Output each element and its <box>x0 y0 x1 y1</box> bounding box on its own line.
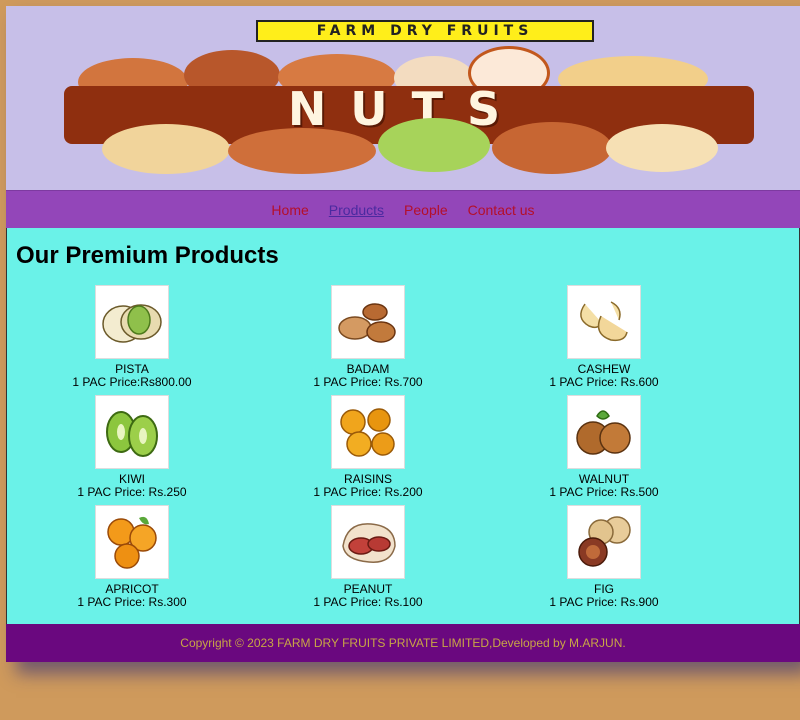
product-grid: PISTA 1 PAC Price:Rs800.00 BADAM 1 PAC P… <box>7 285 799 615</box>
product-card-pista[interactable]: PISTA 1 PAC Price:Rs800.00 <box>7 285 257 395</box>
hazelnut-character-icon <box>102 124 230 174</box>
product-price: 1 PAC Price: Rs.500 <box>549 485 659 499</box>
apricot-icon[interactable] <box>95 505 169 579</box>
walnut-character-icon <box>228 128 376 174</box>
cashew-icon[interactable] <box>567 285 641 359</box>
pistachio-icon[interactable] <box>95 285 169 359</box>
product-price: 1 PAC Price: Rs.900 <box>549 595 659 609</box>
page-container: FARM DRY FRUITS NUTS Home Products Peopl… <box>6 6 800 662</box>
product-price: 1 PAC Price: Rs.200 <box>313 485 423 499</box>
walnut-icon[interactable] <box>567 395 641 469</box>
kiwi-icon[interactable] <box>95 395 169 469</box>
product-card-walnut[interactable]: WALNUT 1 PAC Price: Rs.500 <box>479 395 729 505</box>
products-section: Our Premium Products PISTA 1 PAC Price:R… <box>6 228 800 624</box>
cashew-character-icon <box>606 124 718 172</box>
main-navigation: Home Products People Contact us <box>6 190 800 229</box>
footer: Copyright © 2023 FARM DRY FRUITS PRIVATE… <box>6 624 800 662</box>
nav-link-home[interactable]: Home <box>271 202 308 218</box>
product-card-kiwi[interactable]: KIWI 1 PAC Price: Rs.250 <box>7 395 257 505</box>
product-card-badam[interactable]: BADAM 1 PAC Price: Rs.700 <box>257 285 479 395</box>
peanut-icon[interactable] <box>331 505 405 579</box>
nav-link-contact[interactable]: Contact us <box>468 202 535 218</box>
product-price: 1 PAC Price: Rs.300 <box>77 595 187 609</box>
copyright-text: Copyright © 2023 FARM DRY FRUITS PRIVATE… <box>180 636 626 650</box>
product-price: 1 PAC Price: Rs.250 <box>77 485 187 499</box>
banner-image: FARM DRY FRUITS NUTS <box>6 6 800 190</box>
product-card-raisins[interactable]: RAISINS 1 PAC Price: Rs.200 <box>257 395 479 505</box>
product-card-cashew[interactable]: CASHEW 1 PAC Price: Rs.600 <box>479 285 729 395</box>
hazelnut-character-icon <box>492 122 612 174</box>
page-title: Our Premium Products <box>16 242 279 269</box>
pistachio-character-icon <box>378 118 490 172</box>
almond-icon[interactable] <box>331 285 405 359</box>
product-card-peanut[interactable]: PEANUT 1 PAC Price: Rs.100 <box>257 505 479 615</box>
product-price: 1 PAC Price: Rs.600 <box>549 375 659 389</box>
raisins-icon[interactable] <box>331 395 405 469</box>
fig-icon[interactable] <box>567 505 641 579</box>
product-card-fig[interactable]: FIG 1 PAC Price: Rs.900 <box>479 505 729 615</box>
product-price: 1 PAC Price:Rs800.00 <box>72 375 192 389</box>
product-card-apricot[interactable]: APRICOT 1 PAC Price: Rs.300 <box>7 505 257 615</box>
nav-link-people[interactable]: People <box>404 202 448 218</box>
nav-link-products[interactable]: Products <box>329 202 384 218</box>
brand-logo-text: FARM DRY FRUITS <box>256 20 594 42</box>
product-price: 1 PAC Price: Rs.100 <box>313 595 423 609</box>
product-price: 1 PAC Price: Rs.700 <box>313 375 423 389</box>
